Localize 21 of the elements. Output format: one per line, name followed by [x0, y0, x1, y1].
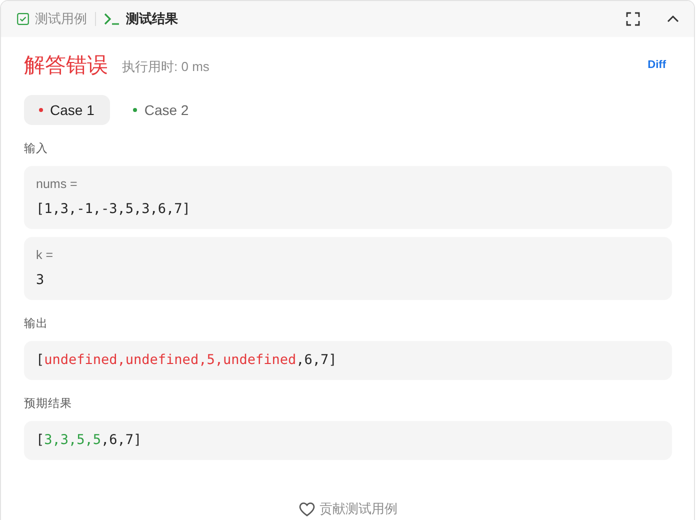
heart-icon	[298, 502, 314, 516]
param-value: [1,3,-1,-3,5,3,6,7]	[36, 201, 192, 217]
section-label: 输出	[24, 316, 49, 331]
case-tab[interactable]: Case 2	[118, 95, 205, 125]
case-tab[interactable]: Case 1	[24, 95, 110, 125]
section-label: 预期结果	[24, 396, 73, 411]
terminal-icon	[104, 13, 120, 25]
runtime-text: 执行用时: 0 ms	[122, 58, 210, 76]
checkbox-icon	[17, 13, 29, 25]
contribute-button[interactable]: 贡献测试用例	[298, 500, 398, 520]
fullscreen-icon[interactable]	[624, 10, 642, 28]
result-value: [undefined,undefined,5,undefined,6,7]	[36, 352, 338, 368]
diff-link[interactable]: Diff	[648, 59, 666, 71]
verdict-title: 解答错误	[24, 53, 108, 79]
param-name: nums =	[36, 177, 78, 191]
panel-tab[interactable]: 测试结果	[104, 10, 178, 28]
result-value: [3,3,5,5,6,7]	[36, 432, 143, 448]
param-name: k =	[36, 248, 54, 262]
param-value: 3	[36, 272, 46, 288]
section-label: 输入	[24, 142, 49, 156]
panel-tab[interactable]: 测试用例	[17, 10, 87, 28]
